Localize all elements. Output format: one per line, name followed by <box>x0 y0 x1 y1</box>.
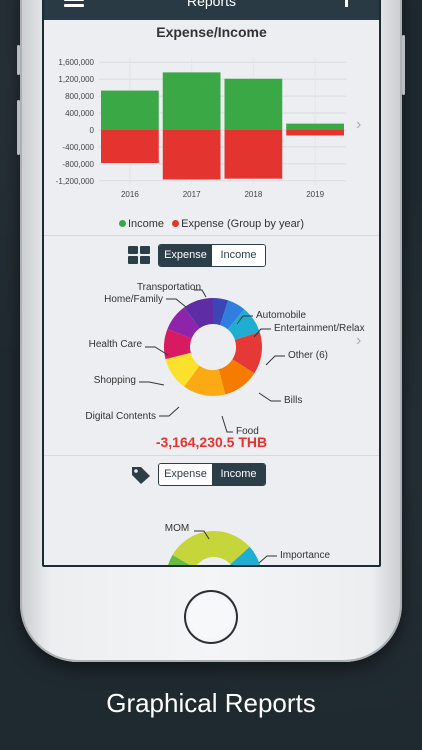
legend-income: Income <box>127 218 165 230</box>
leader-line <box>139 381 165 386</box>
donut-label-health: Health Care <box>89 339 143 350</box>
bar-income[interactable] <box>224 78 283 130</box>
y-tick-label: -800,000 <box>62 160 94 169</box>
total-amount: -3,164,230.5 THB <box>155 434 268 450</box>
toggle-expense[interactable]: Expense <box>159 245 212 266</box>
leader-line <box>166 298 187 308</box>
leader-line <box>265 355 285 366</box>
donut-label-mom: MOM <box>165 523 189 534</box>
donut-label-importance: Importance <box>280 550 330 561</box>
bar-expense[interactable] <box>162 129 221 180</box>
y-tick-label: -400,000 <box>62 143 94 152</box>
donut-label-digital: Digital Contents <box>85 411 156 422</box>
nav-title: Reports <box>186 0 237 9</box>
leader-line <box>221 415 233 433</box>
nav-bar: Reports <box>44 0 379 20</box>
y-tick-label: 1,600,000 <box>58 58 94 67</box>
bar-income[interactable] <box>162 72 221 130</box>
x-tick-label: 2017 <box>183 190 201 199</box>
y-tick-label: 0 <box>90 126 95 135</box>
legend-expense: Expense <box>181 218 224 230</box>
leader-line <box>258 392 281 402</box>
volume-up-button <box>17 100 20 155</box>
y-tick-label: 400,000 <box>65 109 94 118</box>
donut-label-entertainment: Entertainment/Relax <box>274 323 365 334</box>
legend-income-dot <box>118 220 126 228</box>
donut-label-transportation: Transportation <box>137 282 201 293</box>
leader-line <box>159 406 180 417</box>
mute-switch <box>17 45 20 75</box>
donut-label-automobile: Automobile <box>256 310 306 321</box>
app-screen: Reports Expense/Income 1,600,000 1,200,00… <box>42 0 381 567</box>
x-tick-label: 2016 <box>121 190 139 199</box>
x-tick-label: 2018 <box>244 190 262 199</box>
bar-chart[interactable]: 1,600,000 1,200,000 800,000 400,000 0 -400,00… <box>44 20 381 215</box>
bar-income[interactable] <box>101 90 159 130</box>
y-tick-label: 1,200,000 <box>58 75 94 84</box>
chevron-right-icon[interactable]: › <box>356 116 361 134</box>
toggle-income[interactable]: Income <box>212 464 265 485</box>
chevron-right-icon[interactable]: › <box>356 332 361 350</box>
bar-expense[interactable] <box>286 129 344 136</box>
section-divider <box>44 455 379 456</box>
bar-expense[interactable] <box>101 129 159 163</box>
section-divider <box>44 235 379 236</box>
chart-legend: Income Expense (Group by year) <box>44 218 379 230</box>
legend-expense-dot <box>172 220 180 228</box>
expense-category-donut[interactable]: TransportationHome/Family Automobile Enter… <box>44 275 381 450</box>
bar-income[interactable] <box>286 123 344 130</box>
tag-icon[interactable] <box>130 465 152 485</box>
leader-line <box>258 555 277 564</box>
donut-label-shopping: Shopping <box>94 375 136 386</box>
promo-caption: Graphical Reports <box>106 688 316 718</box>
y-tick-label: -1,200,000 <box>56 177 95 186</box>
category-grid-icon[interactable] <box>128 246 152 266</box>
expense-income-toggle[interactable]: Expense Income <box>158 244 266 267</box>
toggle-expense[interactable]: Expense <box>159 464 212 485</box>
report-content: Expense/Income 1,600,000 1,200,000 800,000… <box>44 20 379 565</box>
power-button <box>402 35 405 95</box>
donut-label-bills: Bills <box>284 395 302 406</box>
bar-expense[interactable] <box>224 129 283 179</box>
home-button[interactable] <box>184 590 238 644</box>
expense-income-toggle-tags[interactable]: Expense Income <box>158 463 266 486</box>
donut-label-other: Other (6) <box>288 350 328 361</box>
donut-label-home_family: Home/Family <box>104 294 163 305</box>
legend-group-note: (Group by year) <box>226 218 305 230</box>
income-tag-donut[interactable]: MOMImportancePending <box>44 495 381 565</box>
y-tick-label: 800,000 <box>65 92 94 101</box>
toggle-income[interactable]: Income <box>212 245 265 266</box>
filter-icon[interactable] <box>345 0 353 7</box>
x-tick-label: 2019 <box>306 190 324 199</box>
